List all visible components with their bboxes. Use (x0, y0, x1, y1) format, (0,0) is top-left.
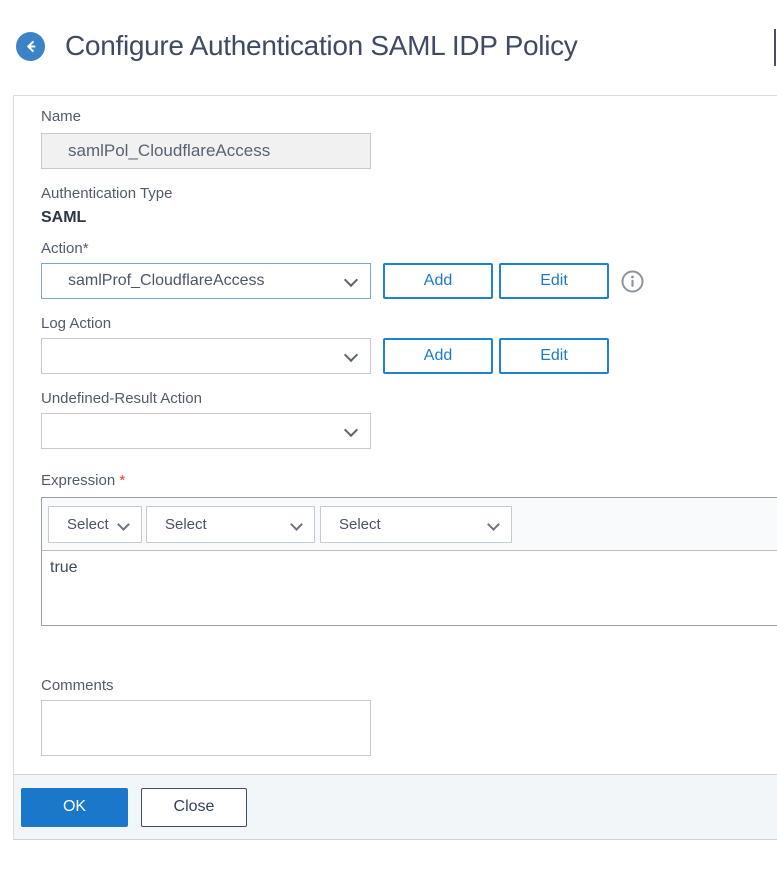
close-button[interactable]: Close (141, 788, 247, 827)
expression-select-3-value: Select (339, 507, 381, 542)
undefined-action-dropdown[interactable] (41, 413, 371, 449)
comments-label: Comments (41, 677, 777, 695)
auth-type-value: SAML (41, 208, 777, 227)
chevron-down-icon (344, 273, 358, 287)
log-action-label: Log Action (41, 315, 777, 333)
page-title: Configure Authentication SAML IDP Policy (65, 30, 578, 62)
log-action-add-button[interactable]: Add (383, 338, 493, 374)
expression-input[interactable]: true (42, 551, 777, 625)
undefined-action-label: Undefined-Result Action (41, 390, 777, 408)
chevron-down-icon (487, 518, 500, 531)
chevron-down-icon (344, 348, 358, 362)
info-icon[interactable] (621, 270, 644, 293)
expression-select-2-value: Select (165, 507, 207, 542)
action-dropdown-value: samlProf_CloudflareAccess (68, 264, 265, 298)
footer-bar: OK Close (14, 774, 777, 840)
expression-select-3[interactable]: Select (320, 506, 512, 543)
action-row: samlProf_CloudflareAccess Add Edit (41, 263, 777, 299)
expression-builder: Select Select Select true (41, 497, 777, 626)
log-action-row: Add Edit (41, 338, 777, 374)
action-add-button[interactable]: Add (383, 263, 493, 299)
log-action-dropdown[interactable] (41, 338, 371, 374)
expression-select-2[interactable]: Select (146, 506, 315, 543)
chevron-down-icon (117, 518, 130, 531)
expression-label: Expression * (41, 472, 777, 490)
log-action-edit-button[interactable]: Edit (499, 338, 609, 374)
expression-toolbar: Select Select Select (42, 498, 777, 551)
name-label: Name (41, 108, 777, 126)
action-edit-button[interactable]: Edit (499, 263, 609, 299)
expression-label-text: Expression (41, 472, 115, 489)
back-arrow-icon (23, 39, 38, 54)
ok-button[interactable]: OK (21, 788, 128, 827)
chevron-down-icon (290, 518, 303, 531)
expression-select-1-value: Select (67, 507, 109, 542)
expression-select-1[interactable]: Select (48, 506, 142, 543)
back-button[interactable] (16, 32, 45, 61)
auth-type-label: Authentication Type (41, 185, 777, 203)
comments-input[interactable] (41, 700, 371, 756)
form-body: Name Authentication Type SAML Action* sa… (14, 96, 777, 756)
required-asterisk: * (119, 472, 125, 489)
action-label: Action* (41, 240, 777, 258)
name-input[interactable] (41, 133, 371, 169)
form-panel: Name Authentication Type SAML Action* sa… (13, 95, 777, 840)
page-header: Configure Authentication SAML IDP Policy (16, 30, 578, 62)
chevron-down-icon (344, 423, 358, 437)
scrollbar-thumb[interactable] (774, 29, 776, 66)
action-dropdown[interactable]: samlProf_CloudflareAccess (41, 263, 371, 299)
